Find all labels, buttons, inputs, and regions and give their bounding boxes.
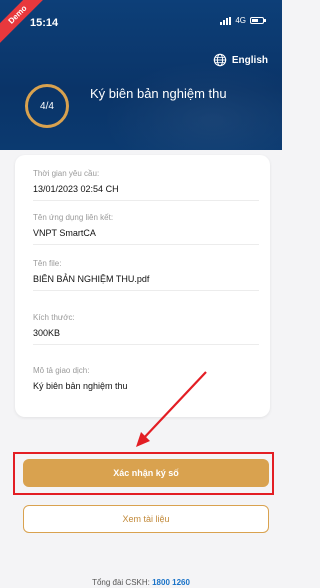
divider [33, 344, 259, 345]
detail-label: Tên file: [33, 259, 62, 268]
header: Demo 15:14 4G English 4/4 Ký biên bản ng… [0, 0, 282, 150]
detail-label: Tên ứng dụng liên kết: [33, 213, 114, 222]
detail-file-name: Tên file: BIÊN BẢN NGHIỆM THU.pdf [33, 259, 259, 291]
signal-icon [220, 16, 232, 25]
language-switch[interactable]: English [213, 53, 268, 67]
step-indicator: 4/4 [25, 84, 69, 128]
detail-value: BIÊN BẢN NGHIỆM THU.pdf [33, 274, 150, 284]
detail-value: Ký biên bản nghiệm thu [33, 381, 128, 391]
status-time: 15:14 [30, 17, 59, 29]
divider [33, 200, 259, 201]
network-type: 4G [235, 16, 246, 25]
divider [33, 290, 259, 291]
detail-file-size: Kích thước: 300KB [33, 313, 259, 345]
detail-value: 13/01/2023 02:54 CH [33, 184, 119, 194]
battery-icon [250, 17, 266, 24]
detail-label: Kích thước: [33, 313, 75, 322]
view-document-button[interactable]: Xem tài liệu [23, 505, 269, 533]
page-title: Ký biên bản nghiệm thu [90, 86, 227, 101]
status-indicators: 4G [220, 16, 266, 25]
hotline: Tổng đài CSKH: 1800 1260 [0, 578, 282, 587]
confirm-sign-button[interactable]: Xác nhận ký số [23, 459, 269, 487]
detail-label: Thời gian yêu cầu: [33, 169, 100, 178]
globe-icon [213, 53, 227, 67]
transaction-details-card: Thời gian yêu cầu: 13/01/2023 02:54 CH T… [15, 155, 270, 417]
detail-linked-app: Tên ứng dụng liên kết: VNPT SmartCA [33, 213, 259, 245]
language-label: English [231, 54, 268, 66]
divider [33, 244, 259, 245]
hotline-label: Tổng đài CSKH: [92, 578, 150, 587]
hotline-number[interactable]: 1800 1260 [152, 578, 190, 587]
detail-value: 300KB [33, 328, 61, 338]
detail-request-time: Thời gian yêu cầu: 13/01/2023 02:54 CH [33, 169, 259, 201]
detail-label: Mô tả giao dịch: [33, 366, 90, 375]
detail-description: Mô tả giao dịch: Ký biên bản nghiệm thu [33, 366, 259, 391]
detail-value: VNPT SmartCA [33, 228, 96, 238]
